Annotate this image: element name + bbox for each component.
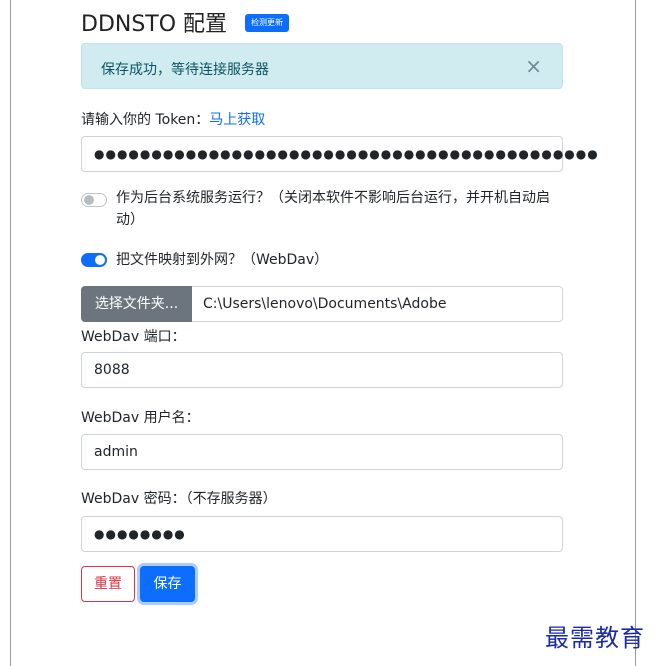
background-service-label: 作为后台系统服务运行？（关闭本软件不影响后台运行，并开机自动启动） <box>116 190 550 228</box>
token-label: 请输入你的 Token：马上获取 <box>81 109 265 129</box>
check-update-badge[interactable]: 检测更新 <box>245 14 290 32</box>
alert-message: 保存成功，等待连接服务器 <box>101 62 269 78</box>
background-service-toggle[interactable] <box>81 193 107 207</box>
webdav-username-input[interactable]: admin <box>81 434 563 470</box>
reset-button[interactable]: 重置 <box>81 566 135 602</box>
toggle-knob <box>84 195 94 205</box>
window-right-border <box>635 0 636 666</box>
watermark: 最需教育 <box>545 624 645 652</box>
save-button[interactable]: 保存 <box>140 566 195 602</box>
choose-folder-button[interactable]: 选择文件夹... <box>81 286 192 322</box>
close-icon[interactable]: × <box>525 56 542 76</box>
folder-picker: 选择文件夹... C:\Users\lenovo\Documents\Adobe <box>81 286 563 322</box>
success-alert: 保存成功，等待连接服务器 × <box>81 43 563 89</box>
folder-path-field[interactable]: C:\Users\lenovo\Documents\Adobe <box>192 286 563 322</box>
webdav-port-label: WebDav 端口： <box>81 329 186 345</box>
page-title: DDNSTO 配置 检测更新 <box>81 6 290 38</box>
webdav-toggle[interactable] <box>81 253 107 267</box>
webdav-port-input[interactable]: 8088 <box>81 352 563 388</box>
webdav-password-input[interactable]: ●●●●●●●● <box>81 516 563 552</box>
token-input[interactable]: ●●●●●●●●●●●●●●●●●●●●●●●●●●●●●●●●●●●●●●●●… <box>81 136 598 172</box>
window-left-border <box>10 0 11 666</box>
token-label-text: 请输入你的 Token： <box>81 112 210 128</box>
get-token-link[interactable]: 马上获取 <box>209 112 265 128</box>
webdav-password-label: WebDav 密码：（不存服务器） <box>81 491 277 507</box>
toggle-knob <box>95 255 105 265</box>
webdav-toggle-label: 把文件映射到外网？（WebDav） <box>116 252 329 268</box>
page-title-text: DDNSTO 配置 <box>81 12 228 37</box>
webdav-username-label: WebDav 用户名： <box>81 410 200 426</box>
